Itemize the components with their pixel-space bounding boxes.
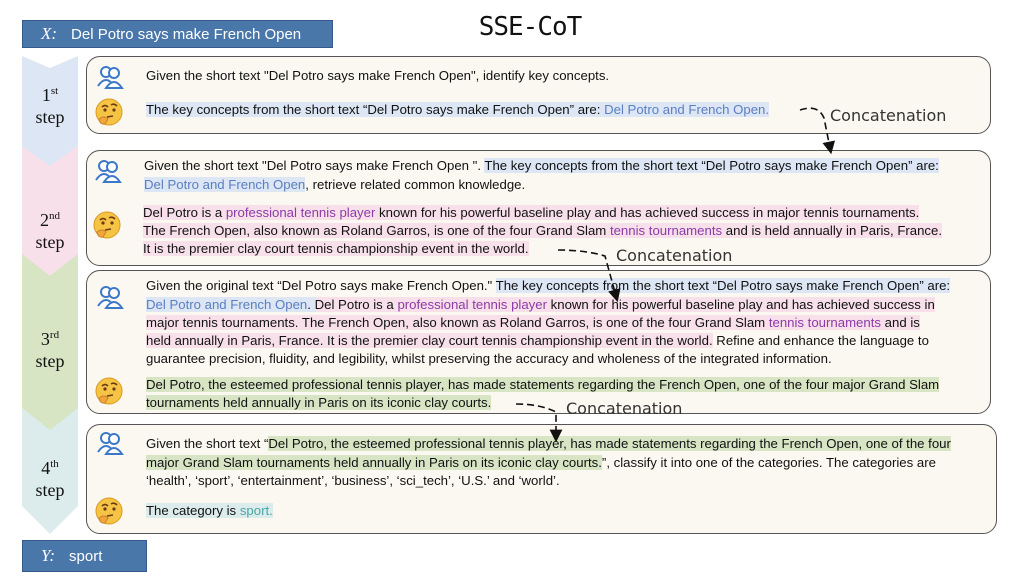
output-symbol: Y: [41, 546, 56, 565]
concat-label-1: Concatenation [830, 106, 947, 125]
concatenation-arrows [515, 107, 836, 443]
output-box: Y: sport [22, 540, 147, 572]
output-text: sport [69, 547, 103, 565]
concat-label-3: Concatenation [566, 399, 683, 418]
concat-arrow-3 [515, 403, 563, 443]
concat-arrow-1 [799, 107, 836, 155]
concat-label-2: Concatenation [616, 246, 733, 265]
concat-arrow-2 [557, 249, 621, 303]
